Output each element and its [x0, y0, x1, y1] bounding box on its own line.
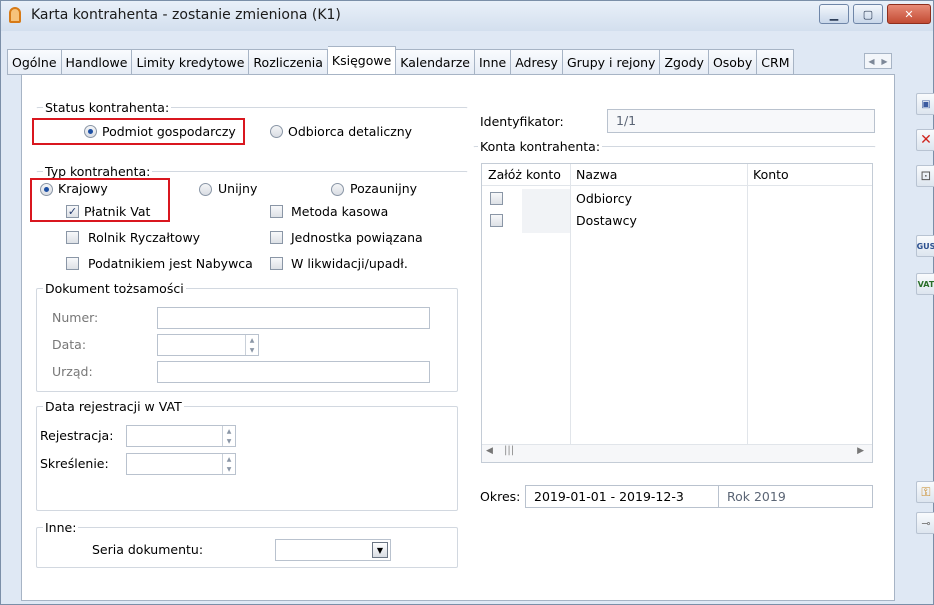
- label-numer: Numer:: [52, 310, 99, 325]
- tab-ogolne[interactable]: Ogólne: [7, 49, 62, 75]
- tab-osoby[interactable]: Osoby: [708, 49, 758, 75]
- konta-group-title: Konta kontrahenta:: [478, 139, 603, 154]
- tab-kalendarze[interactable]: Kalendarze: [396, 49, 475, 75]
- checkbox-zaloz-konto-odbiorcy[interactable]: [490, 192, 503, 205]
- checkbox-platnik-vat[interactable]: ✓: [66, 205, 79, 218]
- label-skreslenie: Skreślenie:: [40, 456, 109, 471]
- rok-input[interactable]: Rok 2019: [718, 485, 873, 508]
- label-podatnikiem-jest-nabywca: Podatnikiem jest Nabywca: [88, 256, 253, 271]
- checkbox-jednostka-powiazana[interactable]: [270, 231, 283, 244]
- chevron-down-icon[interactable]: ▼: [372, 542, 388, 558]
- checkbox-podatnikiem-jest-nabywca[interactable]: [66, 257, 79, 270]
- scroll-right-icon[interactable]: ▶: [878, 54, 891, 68]
- dokument-group-title: Dokument tożsamości: [43, 281, 186, 296]
- label-data: Data:: [52, 337, 87, 352]
- label-metoda-kasowa: Metoda kasowa: [291, 204, 389, 219]
- skreslenie-spinner[interactable]: ▲ ▼: [222, 454, 235, 474]
- inne-group-title: Inne:: [43, 520, 79, 535]
- gus-icon[interactable]: GUS: [916, 235, 934, 257]
- urzad-input[interactable]: [157, 361, 430, 383]
- status-group-title: Status kontrahenta:: [43, 100, 172, 115]
- radio-odbiorca-detaliczny[interactable]: [270, 125, 283, 138]
- label-urzad: Urząd:: [52, 364, 93, 379]
- konta-horizontal-scrollbar[interactable]: ◀ ||| ▶: [482, 444, 872, 462]
- label-identyfikator: Identyfikator:: [480, 114, 564, 129]
- scroll-right-icon[interactable]: ▶: [857, 446, 864, 456]
- radio-podmiot-gospodarczy[interactable]: [84, 125, 97, 138]
- tab-scroll[interactable]: ◀ ▶: [864, 53, 892, 69]
- typ-group-title: Typ kontrahenta:: [43, 164, 153, 179]
- identyfikator-input[interactable]: 1/1: [607, 109, 875, 133]
- book-icon[interactable]: ⊡: [916, 165, 934, 187]
- label-jednostka-powiazana: Jednostka powiązana: [291, 230, 423, 245]
- label-rolnik-ryczaltowy: Rolnik Ryczałtowy: [88, 230, 201, 245]
- numer-input[interactable]: [157, 307, 430, 329]
- pin-icon[interactable]: ⊸: [916, 512, 934, 534]
- label-platnik-vat: Płatnik Vat: [84, 204, 151, 219]
- row-nazwa: Odbiorcy: [576, 191, 632, 206]
- seria-dokumentu-select[interactable]: ▼: [275, 539, 391, 561]
- skreslenie-input[interactable]: ▲ ▼: [126, 453, 236, 475]
- data-spinner[interactable]: ▲ ▼: [245, 335, 258, 355]
- title-bar: Karta kontrahenta - zostanie zmieniona (…: [1, 1, 933, 31]
- table-row[interactable]: Dostawcy: [482, 211, 872, 233]
- label-okres: Okres:: [480, 489, 521, 504]
- tab-ksiegowe[interactable]: Księgowe: [327, 46, 397, 75]
- maximize-button[interactable]: ▢: [853, 4, 883, 24]
- col-zaloz-konto[interactable]: Załóż konto: [488, 167, 561, 182]
- label-seria-dokumentu: Seria dokumentu:: [92, 542, 204, 557]
- label-odbiorca-detaliczny: Odbiorca detaliczny: [288, 124, 413, 139]
- label-pozaunijny: Pozaunijny: [350, 181, 418, 196]
- checkbox-zaloz-konto-dostawcy[interactable]: [490, 214, 503, 227]
- rejestracja-input[interactable]: ▲ ▼: [126, 425, 236, 447]
- okres-select[interactable]: 2019-01-01 - 2019-12-3 ▼: [525, 485, 738, 508]
- label-w-likwidacji: W likwidacji/upadł.: [291, 256, 408, 271]
- table-row[interactable]: Odbiorcy: [482, 189, 872, 211]
- tab-adresy[interactable]: Adresy: [511, 49, 563, 75]
- vat-icon[interactable]: VAT: [916, 273, 934, 295]
- rok-value: Rok 2019: [727, 489, 786, 504]
- konta-table-header: Załóż konto Nazwa Konto: [482, 164, 872, 186]
- label-rejestracja: Rejestracja:: [40, 428, 114, 443]
- checkbox-rolnik-ryczaltowy[interactable]: [66, 231, 79, 244]
- minimize-button[interactable]: ▁: [819, 4, 849, 24]
- save-icon[interactable]: ▣: [916, 93, 934, 115]
- radio-pozaunijny[interactable]: [331, 183, 344, 196]
- lock-icon[interactable]: ⚿: [916, 481, 934, 503]
- tab-inne[interactable]: Inne: [474, 49, 512, 75]
- delete-icon[interactable]: ✕: [916, 129, 934, 151]
- window-title: Karta kontrahenta - zostanie zmieniona (…: [31, 7, 341, 23]
- tab-zgody[interactable]: Zgody: [660, 49, 709, 75]
- radio-unijny[interactable]: [199, 183, 212, 196]
- tab-crm[interactable]: CRM: [757, 49, 795, 75]
- scroll-left-icon[interactable]: ◀: [865, 54, 878, 68]
- label-unijny: Unijny: [218, 181, 258, 196]
- ksiegowe-panel: Status kontrahenta: Podmiot gospodarczy …: [21, 74, 895, 601]
- checkbox-metoda-kasowa[interactable]: [270, 205, 283, 218]
- close-button[interactable]: ✕: [887, 4, 931, 24]
- identyfikator-value: 1/1: [616, 113, 637, 128]
- label-podmiot-gospodarczy: Podmiot gospodarczy: [102, 124, 236, 139]
- vat-group-title: Data rejestracji w VAT: [43, 399, 184, 414]
- rejestracja-spinner[interactable]: ▲ ▼: [222, 426, 235, 446]
- tab-bar: Ogólne Handlowe Limity kredytowe Rozlicz…: [7, 46, 795, 75]
- scroll-thumb[interactable]: |||: [504, 445, 514, 456]
- radio-krajowy[interactable]: [40, 183, 53, 196]
- row-nazwa: Dostawcy: [576, 213, 637, 228]
- tab-rozliczenia[interactable]: Rozliczenia: [249, 49, 328, 75]
- window: Karta kontrahenta - zostanie zmieniona (…: [0, 0, 934, 605]
- data-input[interactable]: ▲ ▼: [157, 334, 259, 356]
- tab-grupy-i-rejony[interactable]: Grupy i rejony: [562, 49, 661, 75]
- okres-value: 2019-01-01 - 2019-12-3: [534, 489, 684, 504]
- col-konto[interactable]: Konto: [753, 167, 789, 182]
- app-icon: [9, 7, 21, 23]
- checkbox-w-likwidacji[interactable]: [270, 257, 283, 270]
- label-krajowy: Krajowy: [58, 181, 108, 196]
- tab-limity-kredytowe[interactable]: Limity kredytowe: [132, 49, 250, 75]
- scroll-left-icon[interactable]: ◀: [486, 446, 493, 456]
- col-nazwa[interactable]: Nazwa: [576, 167, 617, 182]
- tab-handlowe[interactable]: Handlowe: [61, 49, 133, 75]
- konta-table: Załóż konto Nazwa Konto Odbiorcy Dostawc…: [481, 163, 873, 463]
